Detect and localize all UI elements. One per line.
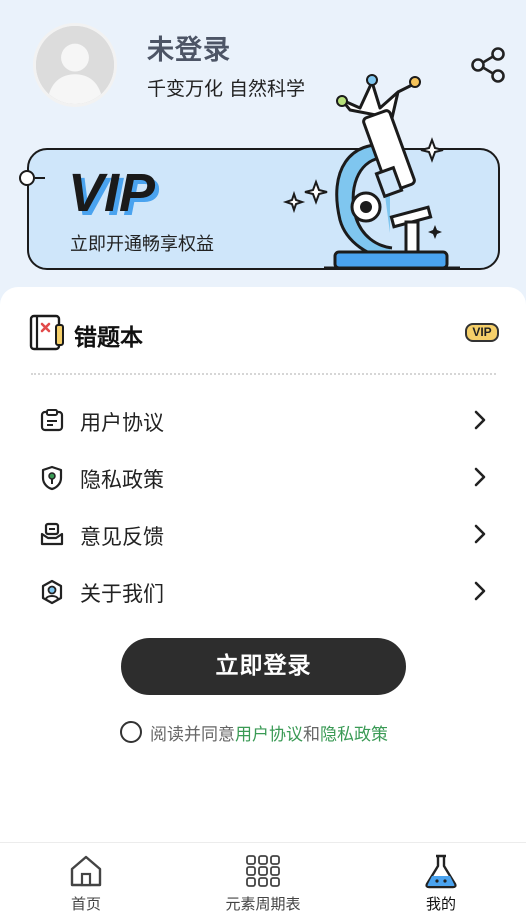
tab-label: 我的 (425, 895, 456, 913)
divider (31, 373, 496, 375)
login-button[interactable]: 立即登录 (121, 638, 406, 695)
user-avatar-icon (36, 26, 114, 104)
feedback-icon (40, 522, 64, 546)
privacy-policy-link[interactable]: 隐私政策 (320, 720, 388, 745)
chevron-right-icon (474, 581, 486, 601)
menu-item-user-agreement[interactable]: 用户协议 (28, 395, 498, 445)
main-panel (0, 287, 526, 842)
vip-banner-dot (19, 170, 35, 186)
share-icon[interactable] (470, 46, 508, 84)
about-icon (41, 579, 63, 605)
menu-item-privacy-policy[interactable]: 隐私政策 (28, 452, 498, 502)
menu-item-label: 用户协议 (80, 411, 164, 435)
menu-item-label: 关于我们 (80, 582, 164, 606)
vip-tagline: 立即开通畅享权益 (70, 234, 214, 255)
menu-item-label: 意见反馈 (80, 525, 164, 549)
chevron-right-icon (474, 410, 486, 430)
wrong-book-entry[interactable]: 错题本 VIP (28, 313, 500, 353)
vip-logo: VIP VIP (68, 165, 160, 221)
tab-mine[interactable]: 我的 (376, 843, 506, 913)
microscope-icon (282, 74, 460, 270)
periodic-table-icon (246, 855, 280, 887)
vip-banner-connector (35, 177, 45, 179)
menu-item-label: 隐私政策 (80, 468, 164, 492)
agreement-checkbox[interactable] (120, 721, 142, 743)
wrong-book-icon (29, 314, 64, 351)
user-name[interactable]: 未登录 (147, 28, 231, 67)
shield-icon (41, 465, 63, 491)
clipboard-icon (40, 409, 64, 432)
chevron-right-icon (474, 467, 486, 487)
avatar[interactable] (33, 23, 117, 107)
tab-home[interactable]: 首页 (21, 843, 151, 913)
agreement-prefix: 阅读并同意 (150, 724, 235, 745)
flask-icon (425, 854, 457, 889)
agreement-row: 阅读并同意 用户协议 和 隐私政策 (120, 719, 388, 745)
tab-periodic-table[interactable]: 元素周期表 (198, 843, 328, 913)
bottom-tab-bar: 首页 元素周期表 我的 (0, 842, 526, 913)
wrong-book-title: 错题本 (74, 325, 143, 351)
agreement-conj: 和 (303, 724, 320, 745)
chevron-right-icon (474, 524, 486, 544)
menu-item-feedback[interactable]: 意见反馈 (28, 509, 498, 559)
vip-logo-text: VIP (68, 165, 156, 221)
menu-item-about-us[interactable]: 关于我们 (28, 566, 498, 616)
tab-label: 首页 (70, 895, 101, 913)
tab-label: 元素周期表 (225, 895, 301, 913)
vip-badge: VIP (465, 323, 499, 342)
home-icon (70, 855, 102, 887)
user-agreement-link[interactable]: 用户协议 (235, 720, 303, 745)
